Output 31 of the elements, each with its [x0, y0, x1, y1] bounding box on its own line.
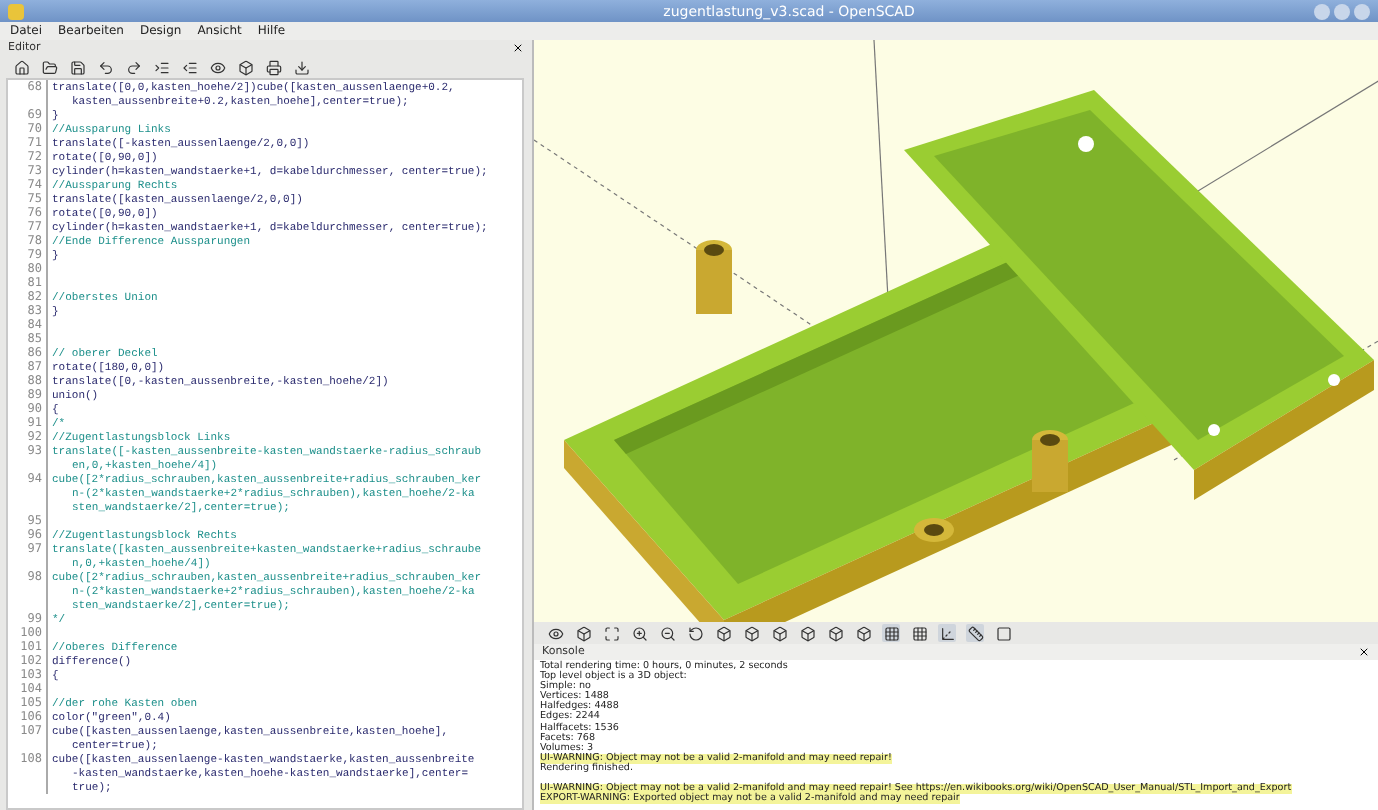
perspective-button[interactable] — [882, 624, 900, 642]
view-button[interactable] — [826, 624, 844, 642]
view-button[interactable] — [854, 624, 872, 642]
reset-view-button[interactable] — [686, 624, 704, 642]
indent-button[interactable] — [152, 58, 170, 76]
view-button[interactable] — [714, 624, 732, 642]
unindent-button[interactable] — [180, 58, 198, 76]
redo-button[interactable] — [124, 58, 142, 76]
preview-button[interactable] — [546, 624, 564, 642]
save-button[interactable] — [68, 58, 86, 76]
export-button[interactable] — [292, 58, 310, 76]
view-button[interactable] — [770, 624, 788, 642]
render-button[interactable] — [574, 624, 592, 642]
close-icon[interactable] — [512, 42, 524, 54]
close-icon[interactable] — [1358, 646, 1370, 658]
preview-button[interactable] — [208, 58, 226, 76]
zoom-out-button[interactable] — [658, 624, 676, 642]
edges-button[interactable] — [994, 624, 1012, 642]
undo-button[interactable] — [96, 58, 114, 76]
print-button[interactable] — [264, 58, 282, 76]
zoom-in-button[interactable] — [630, 624, 648, 642]
app-icon — [8, 3, 24, 19]
scale-button[interactable] — [966, 624, 984, 642]
open-file-button[interactable] — [40, 58, 58, 76]
axes-button[interactable] — [938, 624, 956, 642]
view-button[interactable] — [742, 624, 760, 642]
view-button[interactable] — [798, 624, 816, 642]
orthogonal-button[interactable] — [910, 624, 928, 642]
render-button[interactable] — [236, 58, 254, 76]
view-all-button[interactable] — [602, 624, 620, 642]
new-file-button[interactable] — [12, 58, 30, 76]
